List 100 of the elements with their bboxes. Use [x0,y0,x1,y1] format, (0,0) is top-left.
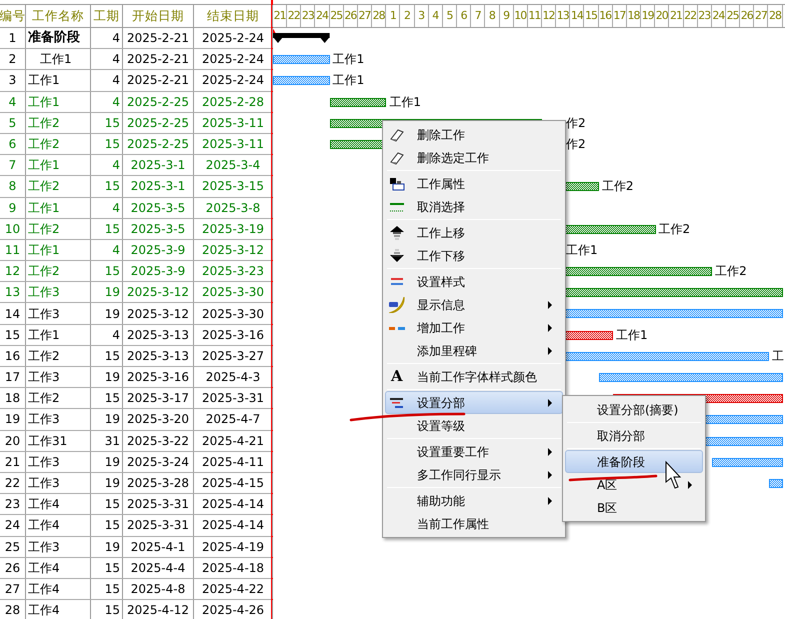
table-cell: 2025-3-1 [123,155,194,176]
task-name[interactable]: 工作1 [26,240,91,260]
task-name[interactable]: 工作3 [26,367,91,388]
table-cell: 4 [91,70,123,91]
task-name[interactable]: 工作2 [26,112,91,133]
menu-item-label: 增加工作 [417,320,465,336]
day-label: 21 [273,5,288,27]
task-name[interactable]: 工作3 [26,409,91,430]
task-bar[interactable] [768,478,783,488]
menu-item[interactable]: A 当前工作字体样式颜色 [385,365,563,388]
menu-item[interactable]: 取消分部 [565,424,703,447]
task-name[interactable]: 工作3 [26,472,91,494]
task-name[interactable]: 工作1 [26,49,91,70]
table-cell: 2025-3-31 [123,494,194,514]
font-icon: A [391,367,403,386]
task-name[interactable]: 工作1 [26,92,91,112]
table-cell: 2025-4-14 [194,515,273,536]
bar-label: 工作1 [566,242,598,258]
table-cell: 19 [91,303,123,324]
task-name[interactable]: 工作2 [26,261,91,282]
mouse-cursor-icon [666,460,682,489]
task-name[interactable]: 工作2 [26,134,91,154]
menu-item[interactable]: 添加里程碑 [385,339,563,362]
task-name[interactable]: 工作1 [26,324,91,345]
table-cell: 2025-2-28 [194,92,273,112]
task-name[interactable]: 工作2 [26,176,91,196]
column-header[interactable]: 编号 [0,5,26,27]
menu-item-label: 取消分部 [597,428,645,444]
table-cell: 4 [91,49,123,70]
column-header[interactable]: 结束日期 [194,5,273,27]
task-bar[interactable] [598,373,783,382]
task-name[interactable]: 工作1 [26,70,91,91]
row-number: 17 [0,367,26,388]
menu-item[interactable]: 设置分部 [385,391,563,414]
menu-item[interactable]: 设置样式 [385,270,563,293]
menu-item[interactable]: 辅助功能 [385,489,563,512]
menu-item[interactable]: 多工作同行显示 [385,463,563,486]
row-number: 2 [0,49,26,70]
task-name[interactable]: 工作4 [26,578,91,600]
task-name[interactable]: 工作3 [26,536,91,557]
menu-item[interactable]: 显示信息 [385,293,563,316]
menu-item-label: 设置重要工作 [417,444,489,460]
table-cell: 15 [91,261,123,282]
day-label: 18 [626,5,642,27]
task-name[interactable]: 工作2 [26,218,91,239]
task-name[interactable]: 工作3 [26,303,91,324]
table-cell: 2025-3-30 [194,303,273,324]
menu-item-label: 准备阶段 [597,454,645,470]
task-name[interactable]: 工作2 [26,388,91,408]
menu-item[interactable]: 设置重要工作 [385,440,563,463]
move-down-icon [389,248,405,264]
table-cell: 15 [91,176,123,196]
menu-item[interactable]: 工作上移 [385,221,563,244]
table-cell: 2025-3-15 [194,176,273,196]
row-number: 18 [0,388,26,408]
menu-item[interactable]: 增加工作 [385,316,563,339]
table-cell: 15 [91,218,123,239]
eraser-icon [389,150,405,166]
table-cell: 2025-2-25 [123,134,194,154]
summary-bar[interactable] [273,33,330,43]
table-cell: 2025-2-25 [123,92,194,112]
task-name[interactable]: 工作31 [26,430,91,451]
table-cell: 2025-3-31 [123,515,194,536]
menu-item[interactable]: 工作属性 [385,172,563,195]
task-name[interactable]: 工作4 [26,515,91,536]
column-header[interactable]: 工期 [91,5,123,27]
table-cell: 2025-3-13 [123,324,194,345]
menu-item[interactable]: 删除选定工作 [385,146,563,169]
task-name[interactable]: 工作2 [26,346,91,366]
bar-label: 作2 [566,136,586,152]
task-name[interactable]: 工作3 [26,282,91,302]
table-cell: 15 [91,112,123,133]
table-cell: 4 [91,155,123,176]
table-cell: 2025-3-31 [194,388,273,408]
task-bar[interactable] [273,76,330,86]
day-label: 19 [641,5,656,27]
table-cell: 2025-2-21 [123,49,194,70]
task-name[interactable]: 工作4 [26,600,91,619]
menu-item[interactable]: 准备阶段 [565,450,703,473]
task-name[interactable]: 工作1 [26,198,91,218]
menu-item[interactable]: 删除工作 [385,123,563,146]
task-name[interactable]: 工作4 [26,558,91,578]
task-bar[interactable] [330,98,386,107]
menu-item[interactable]: 当前工作属性 [385,512,563,535]
menu-item[interactable]: 设置等级 [385,414,563,437]
column-header[interactable]: 工作名称 [26,5,91,27]
menu-item[interactable]: 工作下移 [385,244,563,267]
task-bar[interactable] [712,458,783,467]
task-name[interactable]: 准备阶段 [26,28,91,48]
menu-item[interactable]: 设置分部(摘要) [565,398,703,421]
task-bar[interactable] [273,55,330,64]
task-name[interactable]: 工作1 [26,155,91,176]
menu-item[interactable]: B区 [565,496,703,519]
task-name[interactable]: 工作3 [26,452,91,472]
day-label: 6 [457,5,472,27]
menu-item[interactable]: 取消选择 [385,195,563,218]
table-cell: 2025-3-5 [123,218,194,239]
task-name[interactable]: 工作4 [26,494,91,514]
column-header[interactable]: 开始日期 [123,5,194,27]
menu-item[interactable]: A区 [565,473,703,496]
